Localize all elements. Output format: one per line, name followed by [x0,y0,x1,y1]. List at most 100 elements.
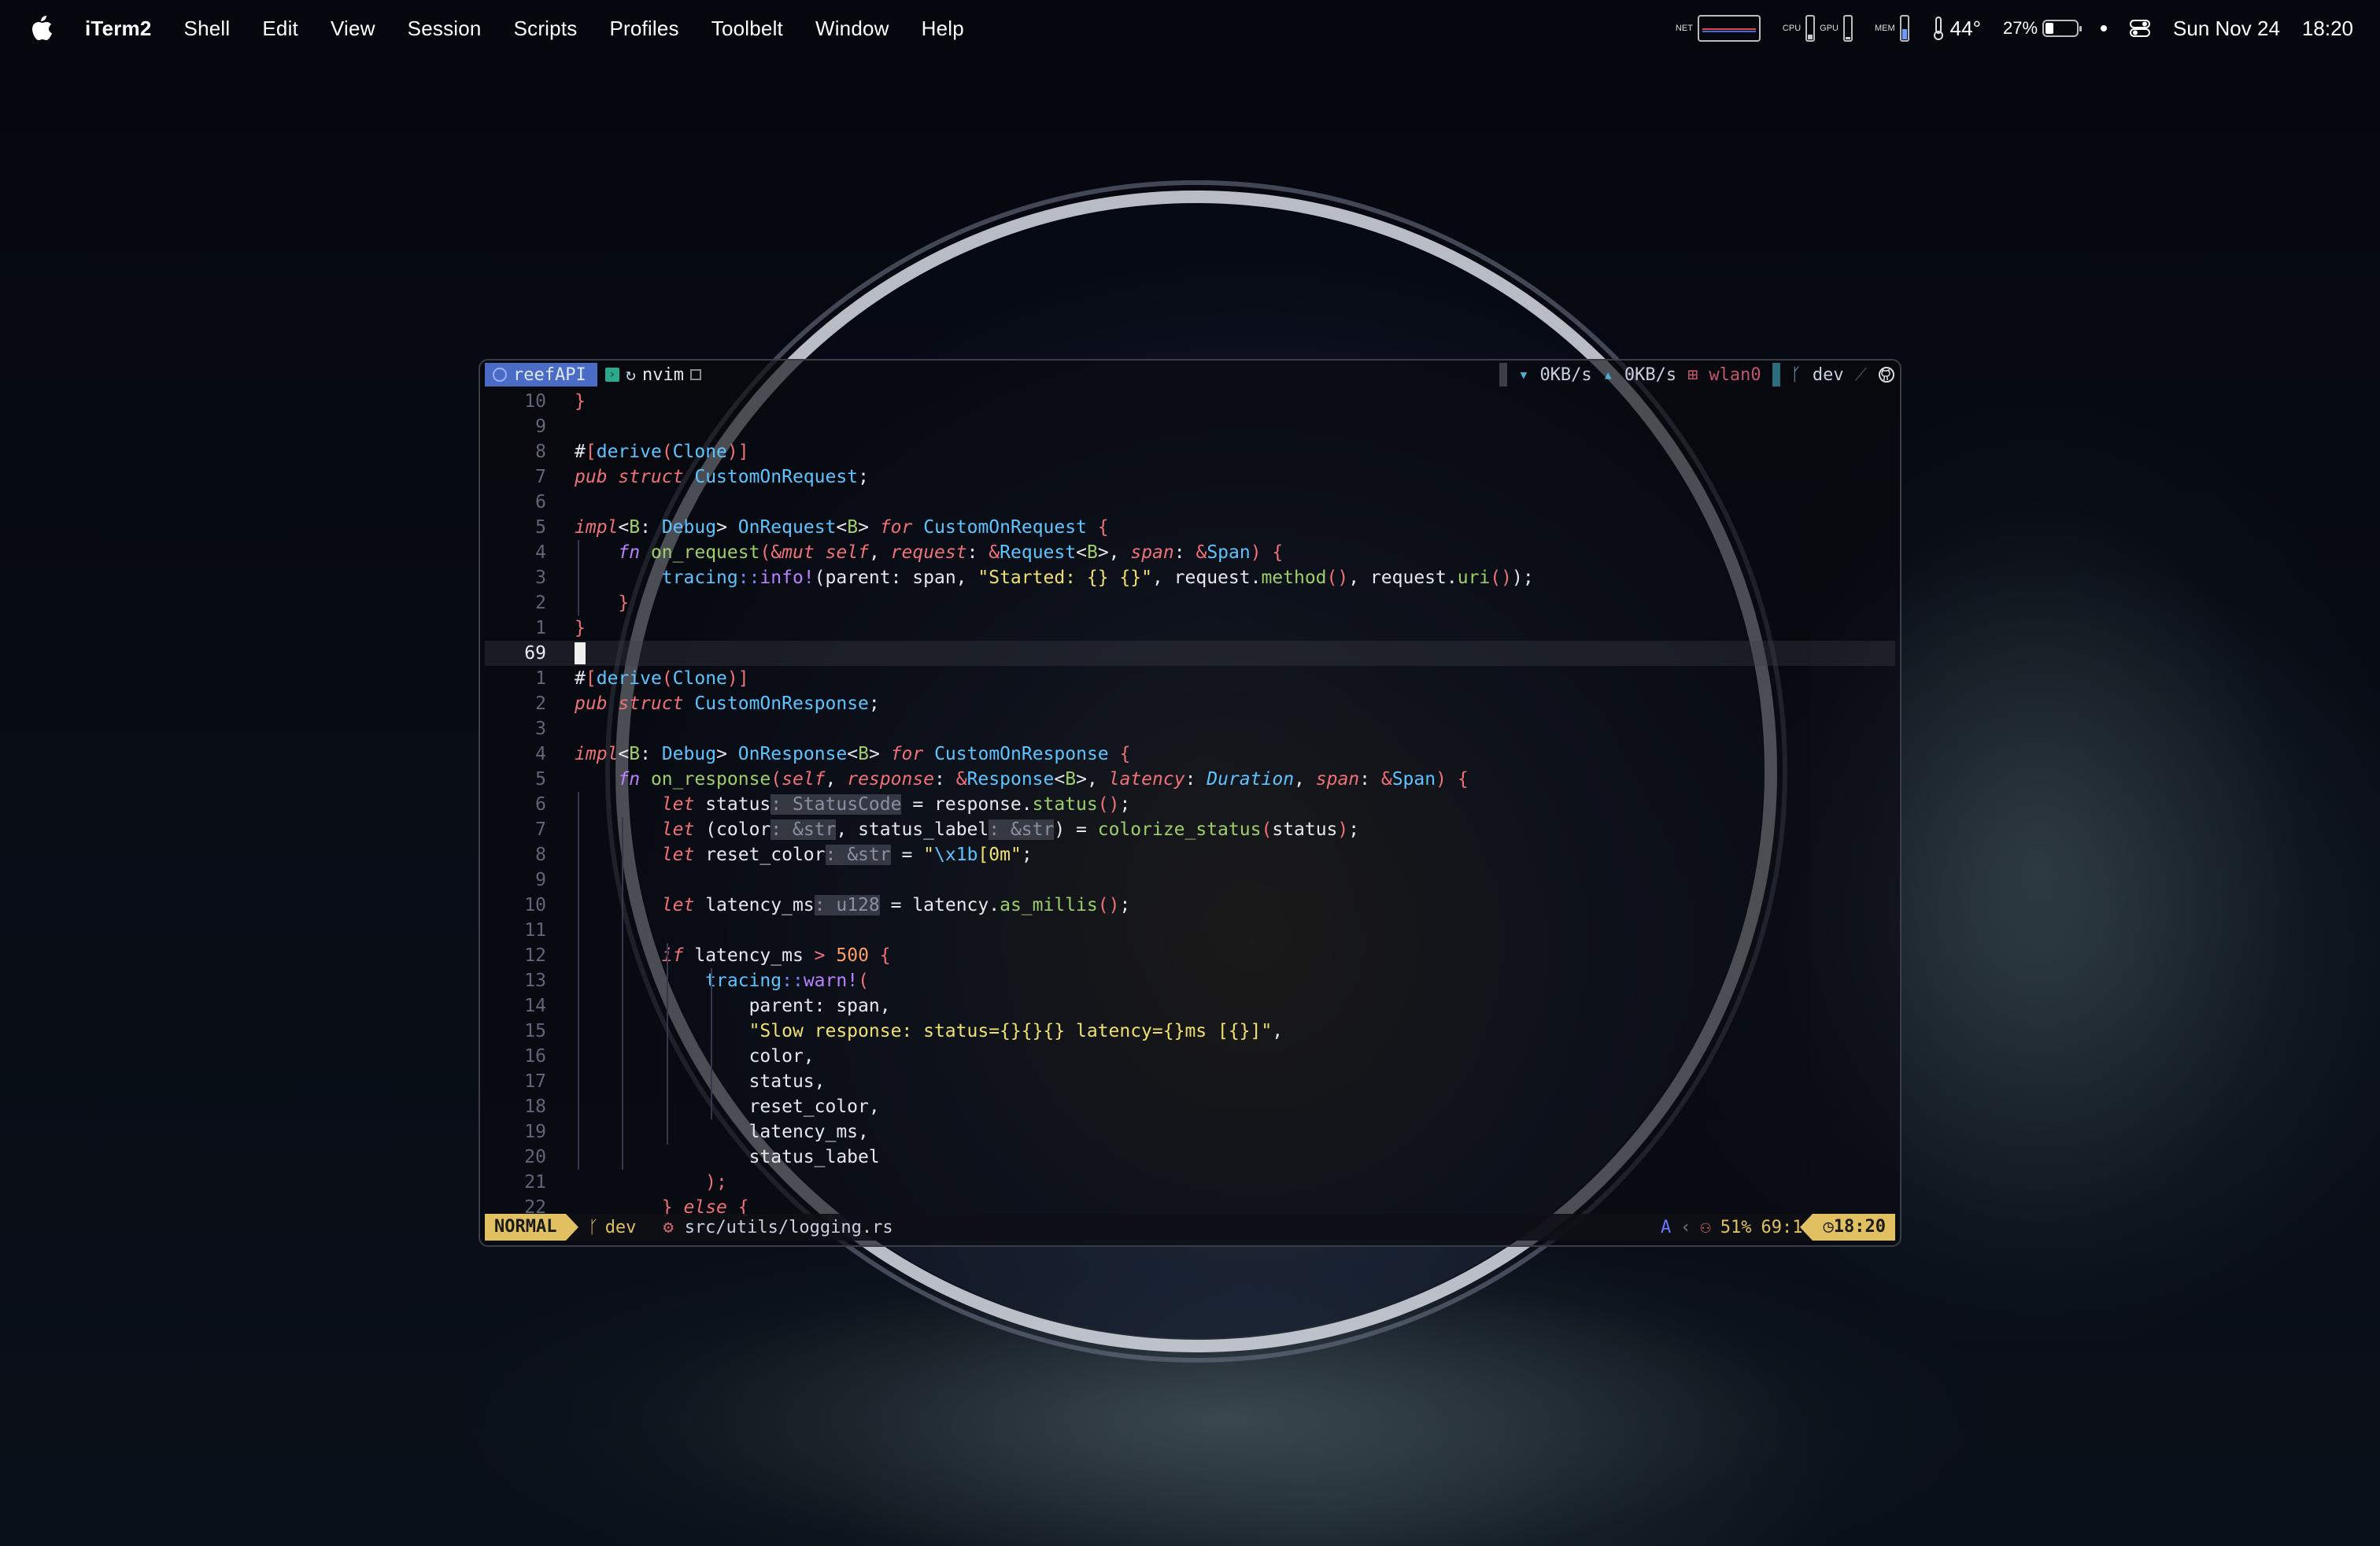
code-text: reset_color, [748,1097,880,1117]
code-text: let status: StatusCode = response.status… [661,794,1131,815]
line-number: 20 [524,1147,546,1167]
statusline-filepath: src/utils/logging.rs [684,1217,893,1237]
code-line[interactable]: 1} [485,616,1895,641]
menu-toolbelt[interactable]: Toolbelt [711,17,783,41]
status-dot-icon[interactable] [2101,25,2108,31]
menu-window[interactable]: Window [815,17,889,41]
menu-shell[interactable]: Shell [184,17,231,41]
code-line[interactable]: 10} [485,389,1895,414]
battery-status[interactable]: 27% [2003,18,2082,39]
code-line[interactable]: 21 ); [485,1170,1895,1195]
code-line[interactable]: 7 pub struct CustomOnRequest; [485,464,1895,490]
code-line[interactable]: 9 [485,867,1895,893]
code-line[interactable]: 8 let reset_color: &str = "\x1b[0m"; [485,842,1895,867]
code-line[interactable]: 3 tracing::info!(parent: span, "Started:… [485,565,1895,590]
code-text: #[derive(Clone)] [575,442,749,462]
code-line[interactable]: 7 let (color: &str, status_label: &str) … [485,817,1895,842]
menu-view[interactable]: View [331,17,375,41]
code-line[interactable]: 3 [485,716,1895,742]
code-line[interactable]: 16 color, [485,1044,1895,1069]
code-line[interactable]: 19 latency_ms, [485,1119,1895,1145]
code-line[interactable]: 8 #[derive(Clone)] [485,439,1895,464]
cpu-gpu-monitor[interactable]: CPU GPU [1783,15,1853,42]
indent-guide [578,792,579,1170]
code-line[interactable]: 14 parent: span, [485,993,1895,1019]
line-number: 2 [535,693,546,714]
code-text: let (color: &str, status_label: &str) = … [661,819,1360,840]
code-line[interactable]: 5 fn on_response(self, response: &Respon… [485,767,1895,792]
code-line[interactable]: 9 [485,414,1895,439]
code-text: tracing::info!(parent: span, "Started: {… [661,568,1534,588]
code-line[interactable]: 13 tracing::warn!( [485,968,1895,993]
line-number: 3 [535,568,546,588]
clock-icon: ◷ [1823,1217,1834,1237]
menu-profiles[interactable]: Profiles [609,17,678,41]
line-number: 16 [524,1046,546,1067]
encoding-indicator: A [1661,1217,1672,1237]
tmux-separator-teal [1772,363,1780,386]
code-line[interactable]: 2 pub struct CustomOnResponse; [485,691,1895,716]
mem-label: MEM [1875,23,1895,33]
zoom-icon [689,369,701,380]
code-line[interactable]: 4 impl<B: Debug> OnResponse<B> for Custom… [485,742,1895,767]
session-circle-icon [493,368,507,382]
battery-percent: 27% [2003,18,2038,38]
memory-monitor[interactable]: MEM [1875,15,1909,42]
menu-date[interactable]: Sun Nov 24 [2173,17,2280,41]
iterm-window[interactable]: reefAPI › ↻ nvim ▾ 0KB/s ▴ 0KB/s ⊞ wlan0… [479,359,1901,1247]
nvim-editor[interactable]: 10} 9 8 #[derive(Clone)] 7 pub struct CustomO… [485,389,1895,1218]
code-line[interactable]: 10 let latency_ms: u128 = latency.as_mil… [485,893,1895,918]
code-text: impl<B: Debug> OnRequest<B> for CustomOn… [575,517,1109,538]
control-center-icon[interactable] [2129,19,2151,38]
line-number: 1 [535,668,546,689]
network-graph-icon [1697,15,1761,42]
code-line[interactable]: 1 #[derive(Clone)] [485,666,1895,691]
code-line[interactable]: 4 fn on_request(&mut self, request: &Req… [485,540,1895,565]
download-icon: ▾ [1518,364,1529,385]
code-text: tracing::warn!( [705,971,869,991]
code-line[interactable]: 17 status, [485,1069,1895,1094]
code-text: let reset_color: &str = "\x1b[0m"; [661,845,1033,865]
code-line[interactable]: 5 impl<B: Debug> OnRequest<B> for CustomO… [485,515,1895,540]
code-line[interactable]: 6 let status: StatusCode = response.stat… [485,792,1895,817]
code-line[interactable]: 18 reset_color, [485,1094,1895,1119]
statusline-chevron-icon: ‹ [1680,1217,1691,1237]
code-line[interactable]: 20 status_label [485,1145,1895,1170]
menu-app-name[interactable]: iTerm2 [85,17,152,41]
thermometer-icon [1933,17,1943,40]
line-number: 3 [535,719,546,739]
menu-edit[interactable]: Edit [262,17,298,41]
menu-session[interactable]: Session [408,17,482,41]
network-interface-icon: ⊞ [1687,364,1698,385]
lsp-icon: ⚇ [1700,1217,1711,1237]
code-text: let latency_ms: u128 = latency.as_millis… [661,895,1131,915]
code-line[interactable]: 12 if latency_ms > 500 { [485,943,1895,968]
tmux-separator [1499,363,1508,386]
code-text: } [618,593,630,613]
network-monitor[interactable]: NET [1676,15,1761,42]
battery-icon [2042,20,2082,37]
code-line[interactable]: 15 "Slow response: status={}{}{} latency… [485,1019,1895,1044]
line-number: 9 [535,416,546,437]
menu-time[interactable]: 18:20 [2302,17,2353,41]
temperature-monitor[interactable]: 44° [1931,16,1981,41]
line-number: 69 [524,643,546,664]
code-text: } [575,618,586,638]
menu-scripts[interactable]: Scripts [514,17,578,41]
line-number: 12 [524,945,546,966]
apple-logo-icon[interactable] [30,15,54,42]
line-number: 2 [535,593,546,613]
indent-guide [622,817,624,1170]
code-line[interactable]: 6 [485,490,1895,515]
tmux-session-tab[interactable]: reefAPI [485,363,597,386]
statusline-branch-icon: ᚴ [588,1217,599,1237]
code-text: fn on_response(self, response: &Response… [618,769,1469,790]
line-number: 9 [535,870,546,890]
current-line[interactable]: 69 [485,641,1895,666]
menu-help[interactable]: Help [922,17,964,41]
line-number: 10 [524,391,546,412]
code-line[interactable]: 2 } [485,590,1895,616]
code-line[interactable]: 11 [485,918,1895,943]
code-text: status, [748,1071,826,1092]
tmux-window-tab[interactable]: › ↻ nvim [597,365,709,385]
